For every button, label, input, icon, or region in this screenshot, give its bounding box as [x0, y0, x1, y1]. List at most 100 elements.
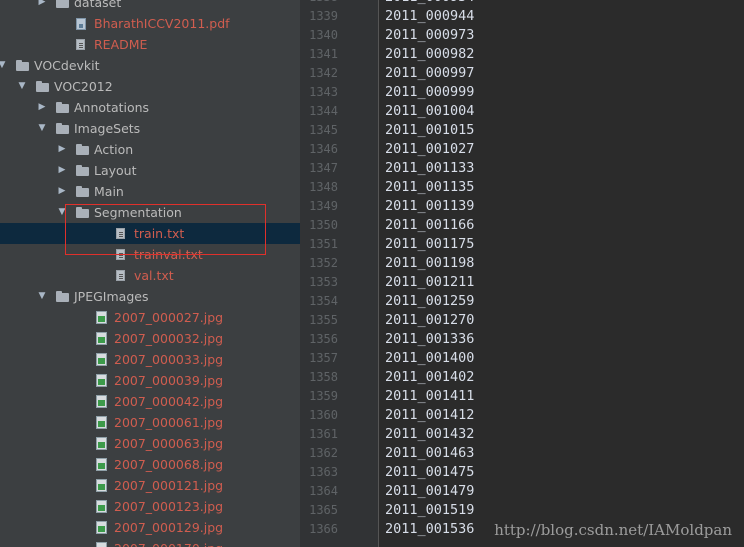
- text-file-icon: [116, 228, 125, 239]
- line-text: 2011_001027: [385, 141, 475, 157]
- tree-item-label: JPEGImages: [74, 289, 149, 304]
- code-line[interactable]: 1343 2011_000999: [300, 83, 744, 102]
- tree-item-label: Segmentation: [94, 205, 182, 220]
- tree-folder-row[interactable]: ▼ Segmentation: [0, 202, 300, 223]
- tree-folder-row[interactable]: ▶ Layout: [0, 160, 300, 181]
- line-number: 1346: [309, 142, 338, 156]
- tree-folder-row[interactable]: ▶ dataset: [0, 0, 300, 13]
- line-text: 2011_001519: [385, 502, 475, 518]
- line-number: 1343: [309, 85, 338, 99]
- tree-file-row[interactable]: 2007_000063.jpg: [0, 433, 300, 454]
- line-text: 2011_001475: [385, 464, 475, 480]
- tree-item-label: 2007_000032.jpg: [114, 331, 224, 346]
- code-line[interactable]: 1338 2011_000934: [300, 0, 744, 7]
- tree-folder-row[interactable]: ▶ Action: [0, 139, 300, 160]
- tree-file-row[interactable]: val.txt: [0, 265, 300, 286]
- line-number: 1353: [309, 275, 338, 289]
- code-line[interactable]: 1342 2011_000997: [300, 64, 744, 83]
- collapsed-arrow-icon[interactable]: ▶: [36, 0, 48, 13]
- code-line[interactable]: 1361 2011_001432: [300, 425, 744, 444]
- code-line[interactable]: 1341 2011_000982: [300, 45, 744, 64]
- tree-folder-row[interactable]: ▼ VOC2012: [0, 76, 300, 97]
- tree-item-label: Main: [94, 184, 124, 199]
- tree-file-row[interactable]: README: [0, 34, 300, 55]
- collapsed-arrow-icon[interactable]: ▶: [36, 97, 48, 118]
- tree-item-label: 2007_000129.jpg: [114, 520, 224, 535]
- tree-folder-row[interactable]: ▶ Annotations: [0, 97, 300, 118]
- code-line[interactable]: 1350 2011_001166: [300, 216, 744, 235]
- line-number: 1362: [309, 446, 338, 460]
- collapsed-arrow-icon[interactable]: ▶: [56, 160, 68, 181]
- tree-file-row[interactable]: 2007_000042.jpg: [0, 391, 300, 412]
- code-line[interactable]: 1364 2011_001479: [300, 482, 744, 501]
- tree-file-row[interactable]: 2007_000061.jpg: [0, 412, 300, 433]
- code-line[interactable]: 1366 2011_001536: [300, 520, 744, 539]
- tree-file-row[interactable]: 2007_000123.jpg: [0, 496, 300, 517]
- code-line[interactable]: 1339 2011_000944: [300, 7, 744, 26]
- code-line[interactable]: 1358 2011_001402: [300, 368, 744, 387]
- tree-folder-row[interactable]: ▼ ImageSets: [0, 118, 300, 139]
- code-line[interactable]: 1345 2011_001015: [300, 121, 744, 140]
- collapsed-arrow-icon[interactable]: ▶: [56, 181, 68, 202]
- tree-item-label: BharathICCV2011.pdf: [94, 16, 230, 31]
- expanded-arrow-icon[interactable]: ▼: [56, 202, 68, 223]
- editor-panel[interactable]: 1338 2011_000934 1339 2011_000944 1340 2011_0…: [300, 0, 744, 547]
- line-text: 2011_001463: [385, 445, 475, 461]
- tree-file-row[interactable]: 2007_000033.jpg: [0, 349, 300, 370]
- tree-item-label: 2007_000121.jpg: [114, 478, 224, 493]
- collapsed-arrow-icon[interactable]: ▶: [56, 139, 68, 160]
- code-line[interactable]: 1365 2011_001519: [300, 501, 744, 520]
- text-file-icon: [116, 249, 125, 260]
- code-line[interactable]: 1348 2011_001135: [300, 178, 744, 197]
- code-line[interactable]: 1359 2011_001411: [300, 387, 744, 406]
- code-line[interactable]: 1351 2011_001175: [300, 235, 744, 254]
- code-line[interactable]: 1346 2011_001027: [300, 140, 744, 159]
- tree-file-row[interactable]: 2007_000068.jpg: [0, 454, 300, 475]
- code-line[interactable]: 1360 2011_001412: [300, 406, 744, 425]
- tree-file-row[interactable]: train.txt: [0, 223, 300, 244]
- tree-folder-row[interactable]: ▼ JPEGImages: [0, 286, 300, 307]
- code-line[interactable]: 1353 2011_001211: [300, 273, 744, 292]
- image-file-icon: [96, 353, 107, 366]
- code-line[interactable]: 1340 2011_000973: [300, 26, 744, 45]
- code-line[interactable]: 1356 2011_001336: [300, 330, 744, 349]
- line-text: 2011_000944: [385, 8, 475, 24]
- code-line[interactable]: 1362 2011_001463: [300, 444, 744, 463]
- line-number: 1345: [309, 123, 338, 137]
- tree-file-row[interactable]: trainval.txt: [0, 244, 300, 265]
- code-line[interactable]: 1349 2011_001139: [300, 197, 744, 216]
- expanded-arrow-icon[interactable]: ▼: [36, 118, 48, 139]
- code-line[interactable]: 1357 2011_001400: [300, 349, 744, 368]
- folder-icon: [56, 0, 69, 8]
- tree-file-row[interactable]: BharathICCV2011.pdf: [0, 13, 300, 34]
- line-number: 1357: [309, 351, 338, 365]
- line-text: 2011_001211: [385, 274, 475, 290]
- tree-file-row[interactable]: 2007_000032.jpg: [0, 328, 300, 349]
- tree-folder-row[interactable]: ▶ Main: [0, 181, 300, 202]
- code-line[interactable]: 1344 2011_001004: [300, 102, 744, 121]
- line-text: 2011_000982: [385, 46, 475, 62]
- image-file-icon: [96, 416, 107, 429]
- line-number: 1365: [309, 503, 338, 517]
- tree-file-row[interactable]: 2007_000129.jpg: [0, 517, 300, 538]
- tree-file-row[interactable]: 2007_000121.jpg: [0, 475, 300, 496]
- code-line[interactable]: 1355 2011_001270: [300, 311, 744, 330]
- code-line[interactable]: 1363 2011_001475: [300, 463, 744, 482]
- image-file-icon: [96, 479, 107, 492]
- code-line[interactable]: 1347 2011_001133: [300, 159, 744, 178]
- image-file-icon: [96, 311, 107, 324]
- tree-file-row[interactable]: 2007_000170.jpg: [0, 538, 300, 547]
- code-line[interactable]: 1352 2011_001198: [300, 254, 744, 273]
- tree-folder-row[interactable]: ▼ VOCdevkit: [0, 55, 300, 76]
- tree-file-row[interactable]: 2007_000039.jpg: [0, 370, 300, 391]
- text-file-icon: [116, 270, 125, 281]
- code-line[interactable]: 1354 2011_001259: [300, 292, 744, 311]
- expanded-arrow-icon[interactable]: ▼: [36, 286, 48, 307]
- expanded-arrow-icon[interactable]: ▼: [16, 76, 28, 97]
- tree-item-label: Annotations: [74, 100, 150, 115]
- tree-file-row[interactable]: 2007_000027.jpg: [0, 307, 300, 328]
- line-text: 2011_001536: [385, 521, 475, 537]
- expanded-arrow-icon[interactable]: ▼: [0, 55, 8, 76]
- image-file-icon: [96, 521, 107, 534]
- project-tree-panel: ▶ dataset BharathICCV2011.pdf README ▼ VOCdev…: [0, 0, 300, 547]
